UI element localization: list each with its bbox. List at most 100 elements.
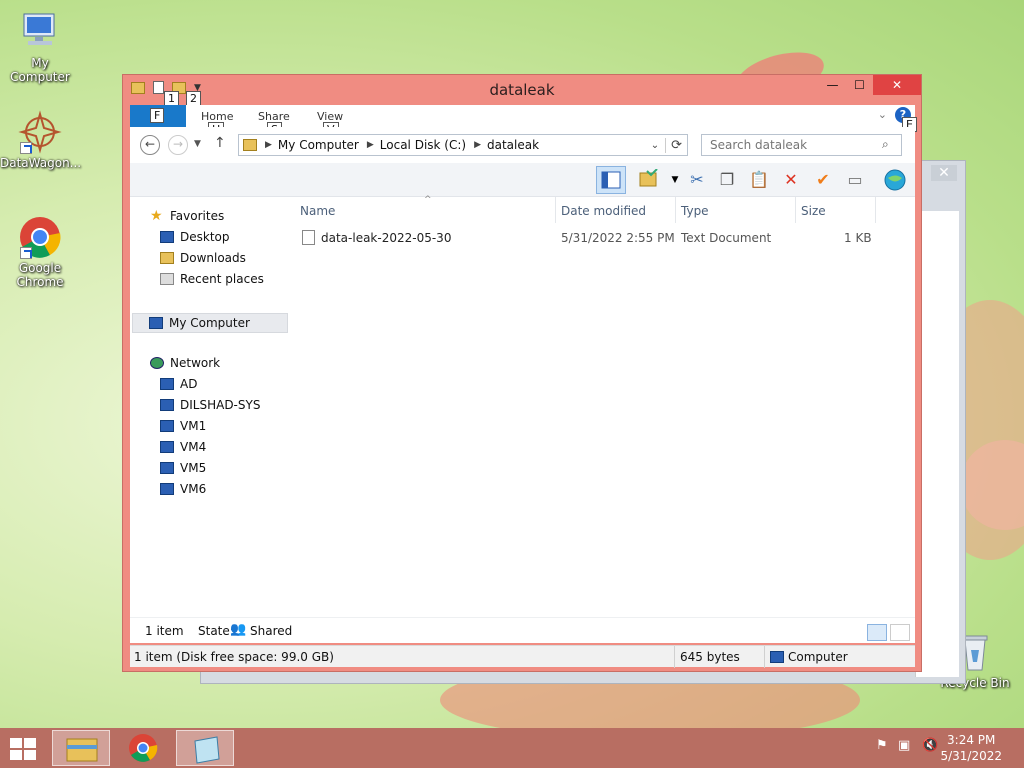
close-icon[interactable]: ✕	[931, 165, 957, 181]
nav-host[interactable]: VM5	[160, 461, 206, 475]
notepad-icon	[194, 736, 220, 764]
explorer-window[interactable]: ▼ 1 2 dataleak — ☐ ✕ F Home H Share S Vi…	[122, 74, 922, 672]
computer-icon	[160, 483, 174, 495]
title-bar[interactable]: ▼ 1 2 dataleak — ☐ ✕	[123, 75, 921, 106]
divider	[764, 646, 765, 668]
chevron-down-icon[interactable]: ▼	[664, 169, 686, 191]
network-status-icon[interactable]: ▣	[898, 738, 910, 753]
taskbar: ⚑ ▣ 🔇 3:24 PM 5/31/2022	[0, 728, 1024, 768]
nav-host[interactable]: VM4	[160, 440, 206, 454]
close-button[interactable]: ✕	[873, 75, 921, 95]
chrome-icon	[129, 734, 158, 762]
search-icon[interactable]: ⌕	[882, 137, 889, 152]
nav-host[interactable]: VM1	[160, 419, 206, 433]
desktop-icon-google-chrome[interactable]: Google Chrome	[0, 215, 80, 289]
desktop-icon-my-computer[interactable]: My Computer	[0, 10, 80, 84]
breadcrumb-item[interactable]: My Computer	[278, 138, 359, 152]
column-divider[interactable]	[875, 197, 876, 223]
large-icons-view-button[interactable]	[890, 624, 910, 641]
details-view-button[interactable]	[867, 624, 887, 641]
desktop-icon-datawagon[interactable]: DataWagon...	[0, 110, 81, 170]
properties-icon[interactable]: ▭	[844, 169, 866, 191]
recent-places-icon	[160, 273, 174, 285]
cut-icon[interactable]: ✂	[686, 169, 708, 191]
clock-time: 3:24 PM	[947, 733, 996, 747]
chevron-down-icon[interactable]: ▼	[194, 139, 201, 149]
clock-date: 5/31/2022	[940, 749, 1002, 763]
back-button[interactable]: ←	[140, 135, 160, 155]
file-list[interactable]: ^ Name Date modified Type Size data-leak…	[290, 195, 915, 617]
nav-host[interactable]: AD	[160, 377, 197, 391]
windows-logo-icon	[24, 750, 36, 760]
file-size: 1 KB	[844, 231, 872, 245]
start-button[interactable]	[10, 738, 38, 760]
windows-logo-icon	[10, 738, 22, 748]
globe-icon[interactable]	[884, 169, 906, 191]
paste-icon[interactable]: 📋	[748, 169, 770, 191]
forward-button[interactable]: →	[168, 135, 188, 155]
nav-my-computer[interactable]: My Computer	[132, 313, 288, 333]
chevron-right-icon: ▶	[474, 140, 481, 150]
status-bar: 1 item State: 👥 Shared	[130, 617, 915, 643]
nav-label: Recent places	[180, 272, 264, 286]
nav-host[interactable]: DILSHAD-SYS	[160, 398, 260, 412]
taskbar-file-explorer[interactable]	[52, 730, 110, 766]
file-row[interactable]: data-leak-2022-05-30 5/31/2022 2:55 PM T…	[300, 227, 900, 249]
address-row: ← → ▼ ↑ ▶ My Computer ▶ Local Disk (C:) …	[130, 127, 915, 163]
column-header-type[interactable]: Type	[681, 204, 709, 218]
selection-size: 645 bytes	[680, 650, 740, 664]
keytip: F	[150, 108, 165, 123]
nav-label: VM4	[180, 440, 207, 454]
nav-label: DILSHAD-SYS	[180, 398, 261, 412]
file-name: data-leak-2022-05-30	[321, 231, 452, 245]
nav-label: My Computer	[169, 316, 250, 330]
breadcrumb-item[interactable]: dataleak	[487, 138, 539, 152]
nav-host[interactable]: VM6	[160, 482, 206, 496]
chevron-down-icon[interactable]: ⌄	[651, 140, 659, 151]
rename-icon[interactable]: ✔	[812, 169, 834, 191]
select-folder-icon[interactable]	[638, 168, 660, 191]
column-header-size[interactable]: Size	[801, 204, 826, 218]
window-title: dataleak	[489, 81, 555, 99]
nav-downloads[interactable]: Downloads	[160, 251, 246, 265]
windows-logo-icon	[10, 750, 22, 760]
action-center-flag-icon[interactable]: ⚑	[876, 738, 888, 753]
computer-icon	[160, 420, 174, 432]
column-divider[interactable]	[795, 197, 796, 223]
computer-icon	[160, 378, 174, 390]
nav-favorites[interactable]: ★ Favorites	[150, 209, 224, 223]
up-arrow-icon[interactable]: ↑	[214, 135, 226, 151]
copy-icon[interactable]: ❐	[716, 169, 738, 191]
nav-label: VM1	[180, 419, 207, 433]
nav-label: Desktop	[180, 230, 230, 244]
column-header-date[interactable]: Date modified	[561, 204, 646, 218]
address-bar[interactable]: ▶ My Computer ▶ Local Disk (C:) ▶ datale…	[238, 134, 688, 156]
nav-desktop[interactable]: Desktop	[160, 230, 230, 244]
computer-icon	[160, 462, 174, 474]
taskbar-chrome[interactable]	[114, 730, 172, 766]
search-input[interactable]	[701, 134, 902, 156]
breadcrumb-item[interactable]: Local Disk (C:)	[380, 138, 466, 152]
preview-pane-icon[interactable]	[596, 166, 626, 194]
system-clock[interactable]: 3:24 PM 5/31/2022	[940, 732, 1002, 764]
datawagon-logo-icon	[18, 110, 62, 154]
refresh-icon[interactable]: ⟳	[665, 137, 687, 153]
command-toolbar: ▼ ✂ ❐ 📋 ✕ ✔ ▭	[130, 163, 915, 197]
network-icon	[150, 357, 164, 369]
minimize-button[interactable]: —	[819, 75, 846, 95]
column-divider[interactable]	[555, 197, 556, 223]
ribbon-tabs: F Home H Share S View V ⌄ ? E	[130, 105, 917, 137]
shortcut-arrow-icon	[20, 247, 32, 259]
nav-recent-places[interactable]: Recent places	[160, 272, 264, 286]
column-divider[interactable]	[675, 197, 676, 223]
delete-icon[interactable]: ✕	[780, 169, 802, 191]
chevron-down-icon[interactable]: ⌄	[878, 108, 887, 121]
taskbar-notepad[interactable]	[176, 730, 234, 766]
file-explorer-icon	[66, 738, 98, 762]
volume-muted-icon[interactable]: 🔇	[922, 738, 938, 753]
nav-network[interactable]: Network	[150, 356, 220, 370]
file-date: 5/31/2022 2:55 PM	[561, 231, 675, 245]
shortcut-arrow-icon	[20, 142, 32, 154]
column-header-name[interactable]: Name	[300, 204, 335, 218]
maximize-button[interactable]: ☐	[846, 75, 873, 95]
